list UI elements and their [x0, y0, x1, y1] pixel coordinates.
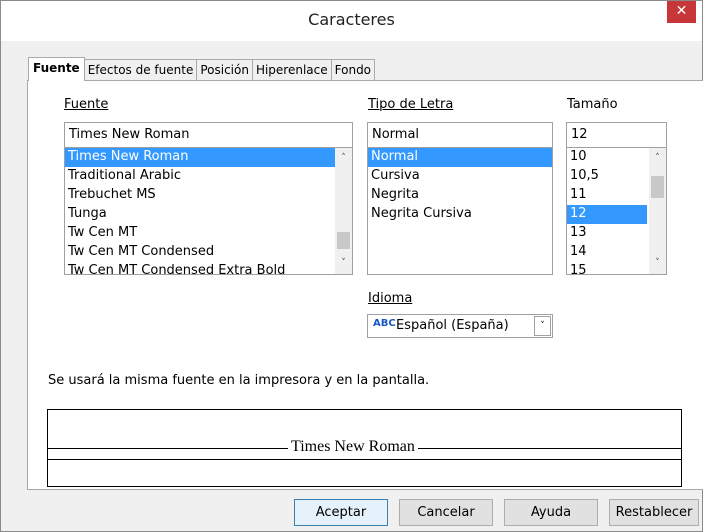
scroll-down-icon[interactable]: ˅ [649, 255, 666, 272]
language-select[interactable]: ABC Español (España) ˅ [367, 314, 553, 338]
preview-text: Times New Roman [288, 438, 418, 456]
font-family-label: Fuente [64, 97, 109, 112]
cancel-button[interactable]: Cancelar [399, 499, 493, 526]
close-icon: ✕ [675, 3, 688, 19]
tab-posicion[interactable]: Posición [196, 59, 253, 81]
preview-line [48, 459, 681, 460]
list-item[interactable]: Tw Cen MT Condensed [65, 243, 352, 262]
list-item[interactable]: Negrita Cursiva [368, 205, 552, 224]
tab-hiperenlace[interactable]: Hiperenlace [251, 59, 332, 81]
list-item[interactable]: Traditional Arabic [65, 167, 352, 186]
reset-button[interactable]: Restablecer [609, 499, 699, 526]
scroll-thumb[interactable] [337, 232, 350, 249]
dialog-title: Caracteres [308, 10, 395, 29]
tab-fuente[interactable]: Fuente [28, 57, 85, 81]
language-label: Idioma [368, 291, 413, 306]
list-item[interactable]: Tw Cen MT Condensed Extra Bold [65, 262, 352, 274]
ok-button[interactable]: Aceptar [294, 499, 388, 526]
font-family-list[interactable]: Times New Roman Traditional Arabic Trebu… [64, 147, 353, 275]
list-item[interactable]: Negrita [368, 186, 552, 205]
title-bar: Caracteres ✕ [1, 1, 702, 41]
scroll-thumb[interactable] [651, 176, 664, 198]
scroll-up-icon[interactable]: ˄ [649, 150, 666, 167]
font-preview: Times New Roman [47, 409, 682, 487]
font-family-input[interactable]: Times New Roman [64, 122, 353, 148]
font-size-input[interactable]: 12 [566, 122, 667, 148]
tab-efectos-de-fuente[interactable]: Efectos de fuente [83, 59, 198, 81]
font-size-label: Tamaño [567, 97, 618, 112]
size-list-scrollbar[interactable]: ˄ ˅ [649, 148, 666, 274]
list-item[interactable]: Times New Roman [65, 148, 335, 167]
font-note: Se usará la misma fuente en la impresora… [48, 373, 430, 388]
spellcheck-icon: ABC [373, 318, 396, 329]
list-item[interactable]: Trebuchet MS [65, 186, 352, 205]
font-style-input[interactable]: Normal [367, 122, 553, 148]
scroll-down-icon[interactable]: ˅ [335, 255, 352, 272]
help-button[interactable]: Ayuda [504, 499, 598, 526]
font-style-label: Tipo de Letra [368, 97, 454, 112]
font-list-scrollbar[interactable]: ˄ ˅ [335, 148, 352, 274]
list-item[interactable]: Tw Cen MT [65, 224, 352, 243]
list-item[interactable]: 12 [567, 205, 647, 224]
tab-fondo[interactable]: Fondo [330, 59, 376, 81]
close-button[interactable]: ✕ [667, 1, 696, 23]
scroll-up-icon[interactable]: ˄ [335, 150, 352, 167]
font-style-list[interactable]: Normal Cursiva Negrita Negrita Cursiva [367, 147, 553, 275]
character-dialog: Caracteres ✕ Fuente Efectos de fuente Po… [0, 0, 703, 532]
list-item[interactable]: Normal [368, 148, 552, 167]
chevron-down-icon[interactable]: ˅ [534, 316, 551, 336]
list-item[interactable]: Tunga [65, 205, 352, 224]
tab-bar: Fuente Efectos de fuente Posición Hipere… [28, 57, 376, 81]
list-item[interactable]: Cursiva [368, 167, 552, 186]
font-size-list[interactable]: 10 10,5 11 12 13 14 15 ˄ ˅ [566, 147, 667, 275]
language-value: Español (España) [396, 318, 509, 333]
